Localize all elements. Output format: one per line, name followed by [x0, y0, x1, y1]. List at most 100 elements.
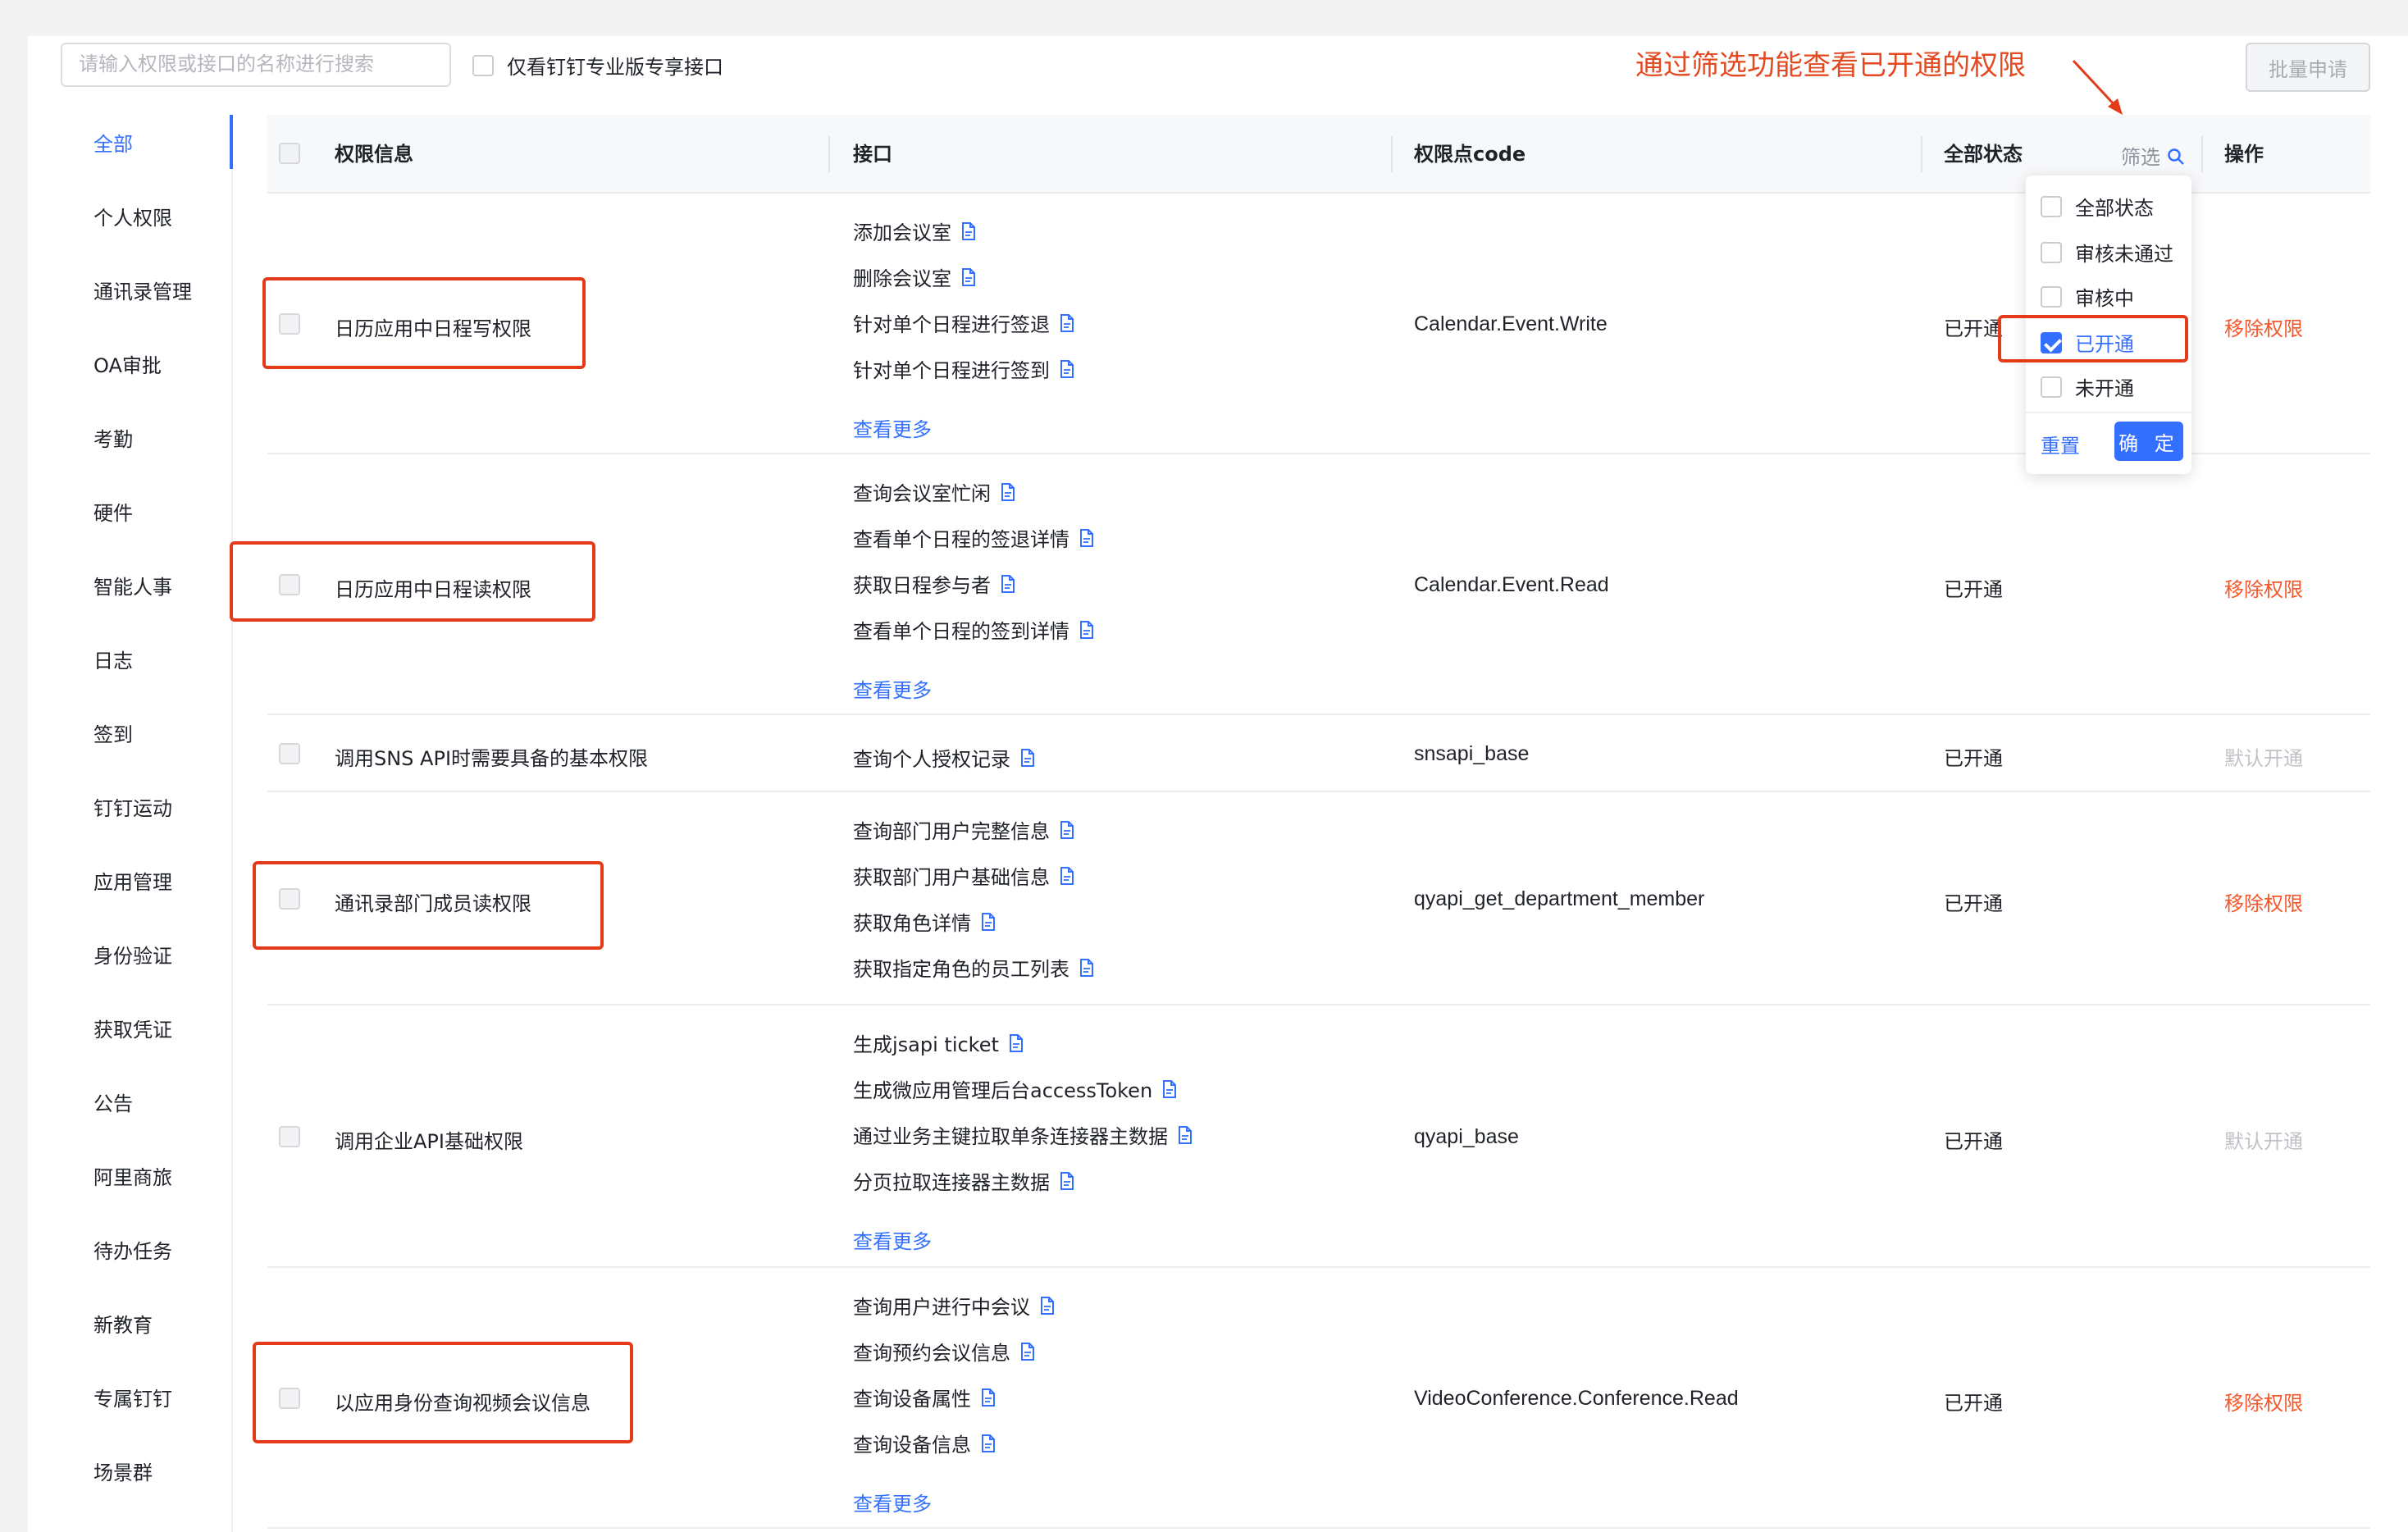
api-link[interactable]: 查看单个日程的签退详情	[853, 523, 1094, 552]
api-link[interactable]: 分页拉取连接器主数据	[853, 1166, 1074, 1195]
document-icon[interactable]	[1079, 958, 1094, 977]
api-link[interactable]: 查询预约会议信息	[853, 1337, 1035, 1366]
api-link[interactable]: 获取指定角色的员工列表	[853, 953, 1094, 982]
filter-option-all[interactable]: 全部状态	[2041, 192, 2154, 221]
remove-permission-button[interactable]: 移除权限	[2224, 573, 2303, 602]
sidebar-item-app-mgmt[interactable]: 应用管理	[93, 866, 172, 895]
api-link[interactable]: 查看单个日程的签到详情	[853, 615, 1094, 644]
remove-permission-button[interactable]: 移除权限	[2224, 312, 2303, 341]
only-pro-filter[interactable]: 仅看钉钉专业版专享接口	[472, 51, 723, 80]
document-icon[interactable]	[981, 1388, 996, 1407]
filter-confirm-button[interactable]: 确 定	[2114, 422, 2183, 461]
select-all-checkbox[interactable]	[279, 143, 300, 164]
sidebar-item-checkin[interactable]: 签到	[93, 718, 133, 747]
filter-option-label: 审核中	[2075, 287, 2134, 310]
document-icon[interactable]	[1178, 1125, 1193, 1144]
view-more-link[interactable]: 查看更多	[853, 1488, 932, 1516]
api-link[interactable]: 查询设备信息	[853, 1429, 996, 1457]
row-checkbox[interactable]	[279, 1126, 300, 1147]
api-link[interactable]: 获取角色详情	[853, 907, 996, 936]
sidebar-item-todo[interactable]: 待办任务	[93, 1235, 172, 1264]
api-name: 获取角色详情	[853, 912, 971, 935]
only-pro-checkbox[interactable]	[472, 54, 494, 76]
document-icon[interactable]	[1009, 1033, 1024, 1052]
api-link[interactable]: 生成jsapi ticket	[853, 1028, 1024, 1057]
sidebar-item-contacts[interactable]: 通讯录管理	[93, 276, 192, 304]
document-icon[interactable]	[1162, 1079, 1177, 1098]
api-name: 获取部门用户基础信息	[853, 866, 1050, 889]
api-link[interactable]: 获取日程参与者	[853, 569, 1015, 598]
annotation-option-highlight	[1998, 315, 2188, 362]
api-link[interactable]: 查询会议室忙闲	[853, 477, 1015, 506]
document-icon[interactable]	[961, 221, 976, 240]
document-icon[interactable]	[1060, 359, 1074, 378]
filter-checkbox[interactable]	[2041, 241, 2062, 263]
remove-permission-button[interactable]: 移除权限	[2224, 887, 2303, 916]
permission-code: qyapi_get_department_member	[1414, 887, 1705, 910]
annotation-text: 通过筛选功能查看已开通的权限	[1635, 49, 2026, 82]
document-icon[interactable]	[1001, 482, 1015, 501]
api-name: 获取指定角色的员工列表	[853, 958, 1069, 981]
api-link[interactable]: 查询个人授权记录	[853, 743, 1035, 772]
batch-apply-button[interactable]: 批量申请	[2246, 43, 2370, 92]
sidebar-item-sport[interactable]: 钉钉运动	[93, 792, 172, 821]
document-icon[interactable]	[1079, 528, 1094, 547]
sidebar-item-all[interactable]: 全部	[93, 128, 133, 157]
sidebar-item-scene-group[interactable]: 场景群	[93, 1457, 153, 1485]
view-more-link[interactable]: 查看更多	[853, 674, 932, 703]
filter-reset-button[interactable]: 重置	[2041, 430, 2080, 458]
sidebar-item-oa[interactable]: OA审批	[93, 349, 162, 378]
document-icon[interactable]	[1001, 574, 1015, 593]
sidebar-item-log[interactable]: 日志	[93, 645, 133, 673]
row-checkbox[interactable]	[279, 743, 300, 764]
document-icon[interactable]	[1060, 1171, 1074, 1190]
document-icon[interactable]	[1020, 1342, 1035, 1361]
api-link[interactable]: 删除会议室	[853, 262, 976, 291]
sidebar-item-travel[interactable]: 阿里商旅	[93, 1161, 172, 1190]
api-name: 查询设备信息	[853, 1434, 971, 1457]
document-icon[interactable]	[981, 912, 996, 931]
document-icon[interactable]	[961, 267, 976, 286]
view-more-link[interactable]: 查看更多	[853, 413, 932, 442]
api-link[interactable]: 生成微应用管理后台accessToken	[853, 1074, 1177, 1103]
sidebar-item-education[interactable]: 新教育	[93, 1309, 153, 1338]
sidebar-item-identity[interactable]: 身份验证	[93, 940, 172, 969]
api-link[interactable]: 查询用户进行中会议	[853, 1291, 1055, 1320]
sidebar-item-notice[interactable]: 公告	[93, 1087, 133, 1116]
permission-status: 已开通	[1944, 1392, 2003, 1415]
api-link[interactable]: 查询设备属性	[853, 1383, 996, 1411]
document-icon[interactable]	[1060, 866, 1074, 885]
sidebar-item-hr[interactable]: 智能人事	[93, 571, 172, 600]
api-link[interactable]: 查询部门用户完整信息	[853, 815, 1074, 844]
status-filter-button[interactable]: 筛选	[2121, 141, 2185, 170]
document-icon[interactable]	[981, 1434, 996, 1452]
document-icon[interactable]	[1060, 820, 1074, 839]
filter-checkbox[interactable]	[2041, 195, 2062, 217]
api-link[interactable]: 针对单个日程进行签到	[853, 354, 1074, 383]
view-more-link[interactable]: 查看更多	[853, 1225, 932, 1254]
filter-checkbox[interactable]	[2041, 285, 2062, 308]
sidebar-item-hardware[interactable]: 硬件	[93, 497, 133, 526]
api-link[interactable]: 获取部门用户基础信息	[853, 861, 1074, 890]
sidebar-item-personal[interactable]: 个人权限	[93, 202, 172, 230]
filter-option-rejected[interactable]: 审核未通过	[2041, 238, 2173, 267]
filter-checkbox[interactable]	[2041, 376, 2062, 398]
filter-option-disabled[interactable]: 未开通	[2041, 372, 2134, 401]
col-separator	[828, 136, 830, 172]
sidebar-divider	[231, 115, 233, 1532]
search-input[interactable]	[61, 43, 451, 87]
api-link[interactable]: 添加会议室	[853, 217, 976, 245]
document-icon[interactable]	[1079, 620, 1094, 639]
api-link[interactable]: 针对单个日程进行签退	[853, 308, 1074, 337]
sidebar-item-credentials[interactable]: 获取凭证	[93, 1014, 172, 1042]
document-icon[interactable]	[1020, 748, 1035, 767]
sidebar-item-exclusive[interactable]: 专属钉钉	[93, 1383, 172, 1411]
filter-option-reviewing[interactable]: 审核中	[2041, 282, 2134, 311]
header-code: 权限点code	[1414, 143, 1526, 166]
remove-permission-button[interactable]: 移除权限	[2224, 1387, 2303, 1416]
permission-name: 调用企业API基础权限	[335, 1130, 523, 1153]
document-icon[interactable]	[1040, 1296, 1055, 1315]
document-icon[interactable]	[1060, 313, 1074, 332]
api-link[interactable]: 通过业务主键拉取单条连接器主数据	[853, 1120, 1193, 1149]
sidebar-item-attendance[interactable]: 考勤	[93, 423, 133, 452]
